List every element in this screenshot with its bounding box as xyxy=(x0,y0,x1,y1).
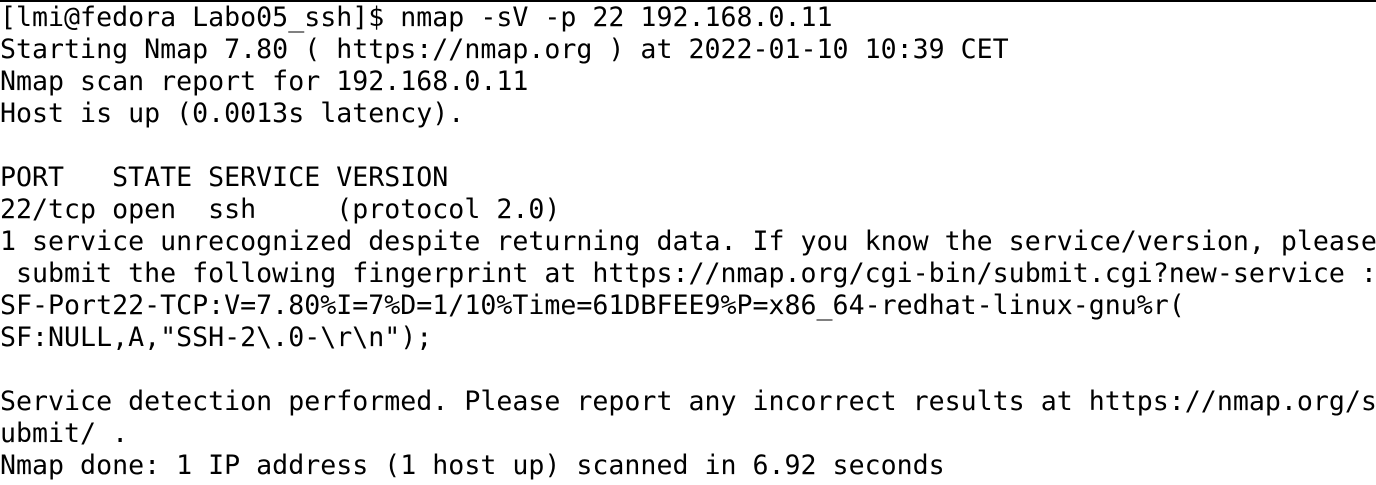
output-line: Service detection performed. Please repo… xyxy=(0,386,1376,417)
table-header-line: PORT STATE SERVICE VERSION xyxy=(0,162,449,193)
output-line: Host is up (0.0013s latency). xyxy=(0,98,465,129)
fingerprint-line: SF:NULL,A,"SSH-2\.0-\r\n"); xyxy=(0,322,433,353)
output-line: Nmap done: 1 IP address (1 host up) scan… xyxy=(0,450,945,481)
output-line: 1 service unrecognized despite returning… xyxy=(0,226,1376,257)
table-row-line: 22/tcp open ssh (protocol 2.0) xyxy=(0,194,561,225)
output-line: ubmit/ . xyxy=(0,418,129,449)
output-line: Nmap scan report for 192.168.0.11 xyxy=(0,66,529,97)
output-line: submit the following fingerprint at http… xyxy=(0,258,1376,289)
terminal-output[interactable]: [lmi@fedora Labo05_ssh]$ nmap -sV -p 22 … xyxy=(0,2,1376,485)
prompt-command-line: [lmi@fedora Labo05_ssh]$ nmap -sV -p 22 … xyxy=(0,2,833,33)
output-line: Starting Nmap 7.80 ( https://nmap.org ) … xyxy=(0,34,1009,65)
fingerprint-line: SF-Port22-TCP:V=7.80%I=7%D=1/10%Time=61D… xyxy=(0,290,1185,321)
